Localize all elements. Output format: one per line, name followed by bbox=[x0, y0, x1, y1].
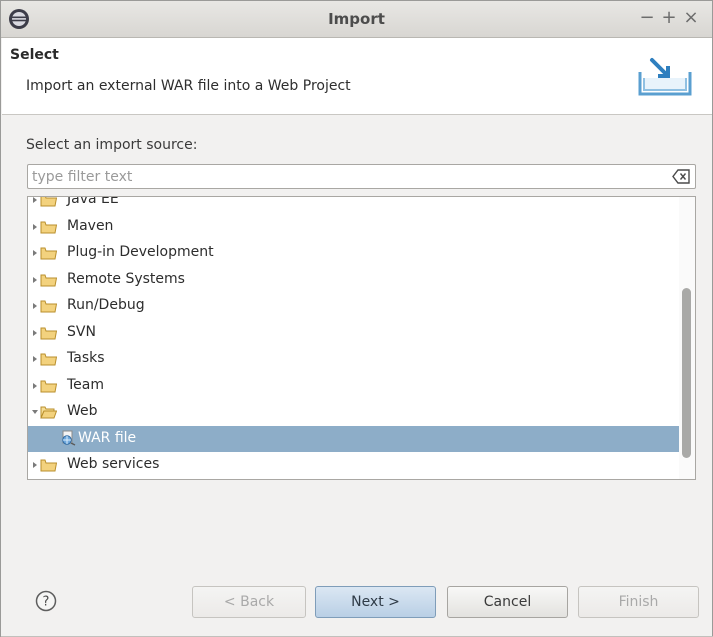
folder-icon bbox=[40, 353, 57, 366]
window-title: Import bbox=[328, 10, 385, 28]
tree-item-label: Team bbox=[67, 376, 105, 393]
title-bar[interactable]: Import − + × bbox=[1, 1, 712, 38]
help-glyph: ? bbox=[43, 595, 50, 610]
expand-arrow-icon[interactable] bbox=[31, 461, 39, 469]
tree-item-label: Web bbox=[67, 403, 98, 419]
tree-item-svn[interactable]: SVN bbox=[28, 320, 679, 347]
folder-icon bbox=[40, 197, 57, 207]
tree-item-plug-in-development[interactable]: Plug-in Development bbox=[28, 240, 679, 267]
expand-arrow-icon[interactable] bbox=[31, 382, 39, 390]
close-button[interactable]: × bbox=[682, 8, 700, 28]
cancel-button[interactable]: Cancel bbox=[447, 586, 568, 618]
clear-filter-icon[interactable] bbox=[672, 169, 690, 184]
folder-icon bbox=[40, 274, 57, 286]
expand-arrow-icon[interactable] bbox=[31, 223, 39, 231]
tree-item-label: Tasks bbox=[67, 350, 105, 366]
expand-arrow-icon[interactable] bbox=[31, 196, 39, 204]
folder-icon bbox=[40, 247, 57, 260]
tree-item-maven[interactable]: Maven bbox=[28, 214, 679, 241]
import-dialog: Import − + × Select Import an external W… bbox=[0, 0, 713, 637]
tree-item-label: Plug-in Development bbox=[67, 244, 214, 260]
tree-item-team[interactable]: Team bbox=[28, 373, 679, 400]
tree-item-tasks[interactable]: Tasks bbox=[28, 346, 679, 373]
back-button[interactable]: < Back bbox=[192, 586, 306, 618]
tree-item-label: Remote Systems bbox=[67, 270, 185, 287]
tree-item-label: WAR file bbox=[78, 429, 137, 446]
tree-item-web-services[interactable]: Web services bbox=[28, 452, 679, 479]
open-folder-icon bbox=[40, 406, 57, 419]
help-icon[interactable]: ? bbox=[35, 590, 57, 612]
folder-icon bbox=[40, 300, 57, 313]
page-title: Select bbox=[10, 47, 59, 63]
filter-input[interactable] bbox=[32, 166, 662, 187]
tree-item-web[interactable]: Web bbox=[28, 399, 679, 426]
war-file-icon bbox=[62, 430, 76, 446]
expand-arrow-icon[interactable] bbox=[31, 329, 39, 337]
tree-item-label: Java EE bbox=[67, 196, 119, 207]
import-source-label: Select an import source: bbox=[26, 137, 198, 153]
tree-item-remote-systems[interactable]: Remote Systems bbox=[28, 267, 679, 294]
expand-arrow-icon[interactable] bbox=[31, 276, 39, 284]
folder-icon bbox=[40, 380, 57, 392]
minimize-button[interactable]: − bbox=[638, 8, 656, 28]
filter-field[interactable] bbox=[27, 164, 696, 189]
maximize-button[interactable]: + bbox=[660, 8, 678, 28]
import-wizard-icon bbox=[638, 58, 692, 96]
tree-scrollbar[interactable] bbox=[679, 197, 695, 479]
expand-arrow-icon[interactable] bbox=[31, 249, 39, 257]
tree-item-run-debug[interactable]: Run/Debug bbox=[28, 293, 679, 320]
page-description: Import an external WAR file into a Web P… bbox=[26, 78, 351, 94]
tree-item-label: Maven bbox=[67, 217, 114, 234]
expand-arrow-icon[interactable] bbox=[31, 355, 39, 363]
finish-button[interactable]: Finish bbox=[578, 586, 699, 618]
next-button[interactable]: Next > bbox=[315, 586, 436, 618]
folder-icon bbox=[40, 459, 57, 472]
collapse-arrow-icon[interactable] bbox=[31, 408, 39, 416]
import-source-tree[interactable]: Java EE Maven Plug-in Development Remote… bbox=[27, 196, 696, 480]
tree-item-label: Run/Debug bbox=[67, 297, 145, 313]
folder-icon bbox=[40, 221, 57, 233]
tree-item-label: SVN bbox=[67, 323, 96, 340]
tree-item-java-ee[interactable]: Java EE bbox=[28, 196, 679, 214]
scrollbar-thumb[interactable] bbox=[682, 288, 691, 458]
folder-icon bbox=[40, 327, 57, 339]
wizard-banner: Select Import an external WAR file into … bbox=[2, 38, 712, 115]
tree-item-war-file[interactable]: WAR file bbox=[28, 425, 679, 452]
expand-arrow-icon[interactable] bbox=[31, 302, 39, 310]
tree-item-label: Web services bbox=[67, 456, 160, 472]
